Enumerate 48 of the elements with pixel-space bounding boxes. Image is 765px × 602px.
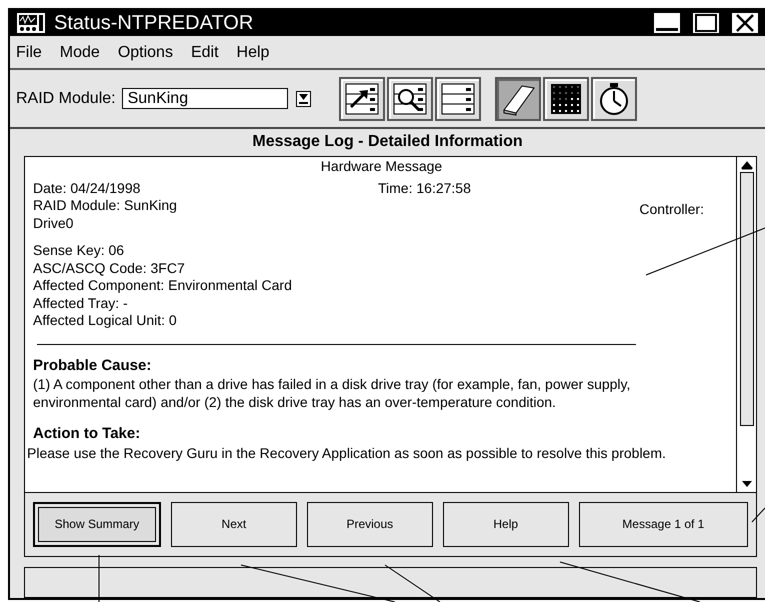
time-text: Time: 16:27:58 [378,180,471,198]
detail-text: Affected Component: Environmental Card [33,277,293,295]
window-title: Status-NTPREDATOR [54,12,254,35]
controller-text: Controller: [639,201,704,219]
action-heading: Action to Take: [33,425,140,442]
menu-item[interactable]: Options [118,44,173,62]
detail-text: Sense Key: 06 [33,242,126,260]
dialog-button[interactable]: Next [170,502,297,547]
down-arrow-icon [298,93,309,104]
cause-heading: Probable Cause: [33,356,152,374]
menu-item[interactable]: File [16,44,42,62]
toolbar-button[interactable] [338,76,385,121]
dialog-button[interactable]: Previous [306,502,433,547]
raid-module-field[interactable]: SunKing [122,88,288,110]
dropdown-button[interactable] [296,90,311,107]
drive-tray-icon [440,82,476,116]
maximize-button[interactable] [692,12,720,34]
menu-item[interactable]: Edit [190,44,219,62]
minimize-button[interactable] [653,12,681,34]
scroll-down-icon [740,480,752,488]
minimize-icon [656,28,678,32]
close-button[interactable] [731,12,759,34]
toolbar-button[interactable] [434,76,481,121]
dialog-button[interactable]: Show Summary [33,502,161,547]
detail-text: Affected Tray: - [33,294,129,312]
search-icon [392,82,428,116]
date-text: Date: 04/24/1998 [33,180,142,198]
toolbar-button[interactable] [494,76,541,121]
toolbar-button[interactable] [386,76,433,121]
menu-item[interactable]: Help [236,44,270,62]
toolbar-button[interactable] [542,76,589,121]
scroll-up-icon [740,161,752,170]
detail-text: Affected Logical Unit: 0 [33,312,178,330]
module-text: RAID Module: SunKing [33,197,178,216]
drive-text: Drive0 [33,214,74,232]
toolbar-button[interactable] [590,76,637,121]
scrollbar[interactable] [736,157,756,492]
menu-item[interactable]: Mode [60,44,100,62]
panel-heading: Message Log - Detailed Information [251,132,524,152]
detail-text: ASC/ASCQ Code: 3FC7 [33,260,186,278]
dialog-button[interactable]: Help [442,502,569,547]
dialog-button[interactable]: Message 1 of 1 [578,502,748,547]
cause-text: (1) A component other than a drive has failed in a disk drive tray (for example, fan, power supply, environmental card) and/or (2) the disk drive tray has an over-temperature condition. [33,376,632,412]
scroll-thumb[interactable] [740,172,754,426]
maximize-icon [693,13,719,34]
raid-module-label: RAID Module: [16,90,116,108]
action-text: Please use the Recovery Guru in the Recovery Application as soon as possible to resolve this problem. [27,444,667,462]
message-title: Hardware Message [320,158,442,174]
